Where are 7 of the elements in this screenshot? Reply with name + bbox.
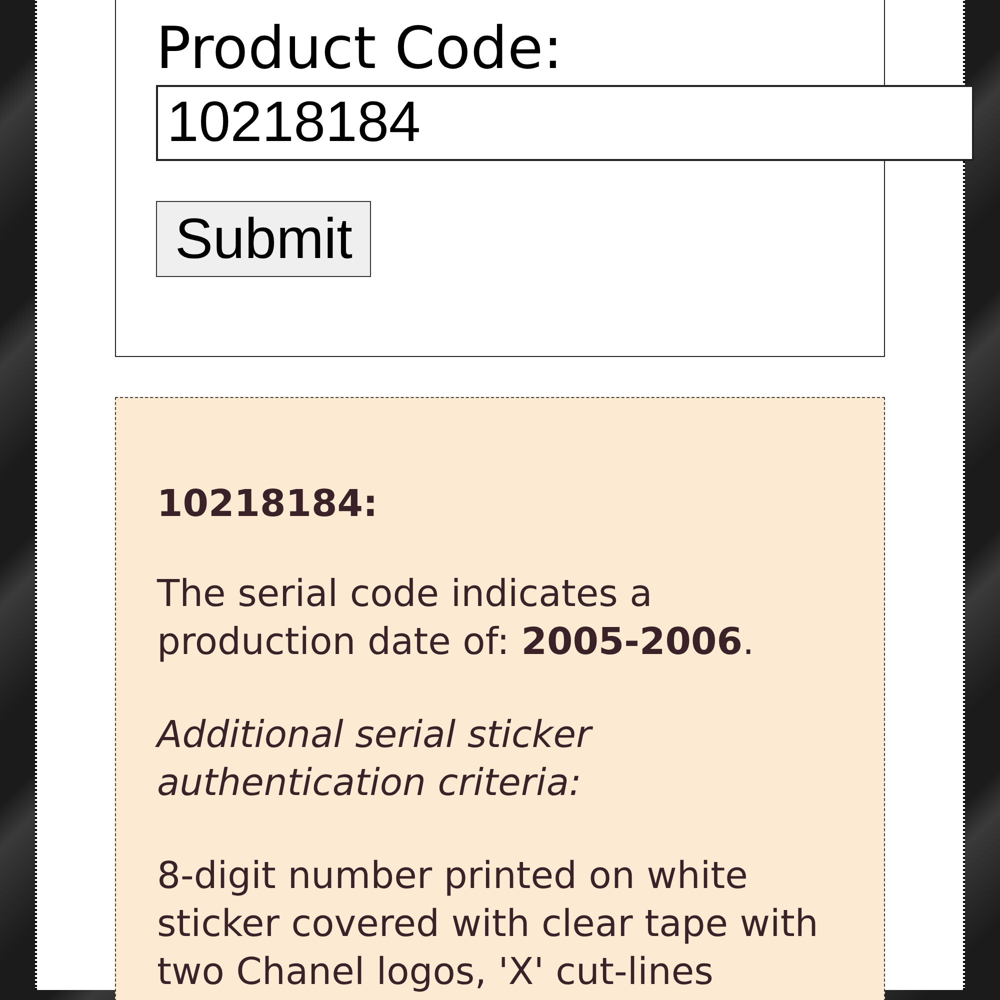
submit-button[interactable]: Submit <box>156 201 372 277</box>
criteria-heading: Additional serial sticker authentication criteria: <box>157 712 594 806</box>
product-code-label: Product Code: <box>156 13 563 83</box>
result-paragraph: 8-digit number printed on white sticker covered with clear tape with two Chanel logos, 'X' cut-lines <box>157 853 820 995</box>
serial-heading: 10218184: <box>157 481 378 527</box>
result-paragraph: The serial code indicates a production date of: 2005-2006. <box>157 571 756 665</box>
product-code-input[interactable]: 10218184 <box>156 85 974 161</box>
